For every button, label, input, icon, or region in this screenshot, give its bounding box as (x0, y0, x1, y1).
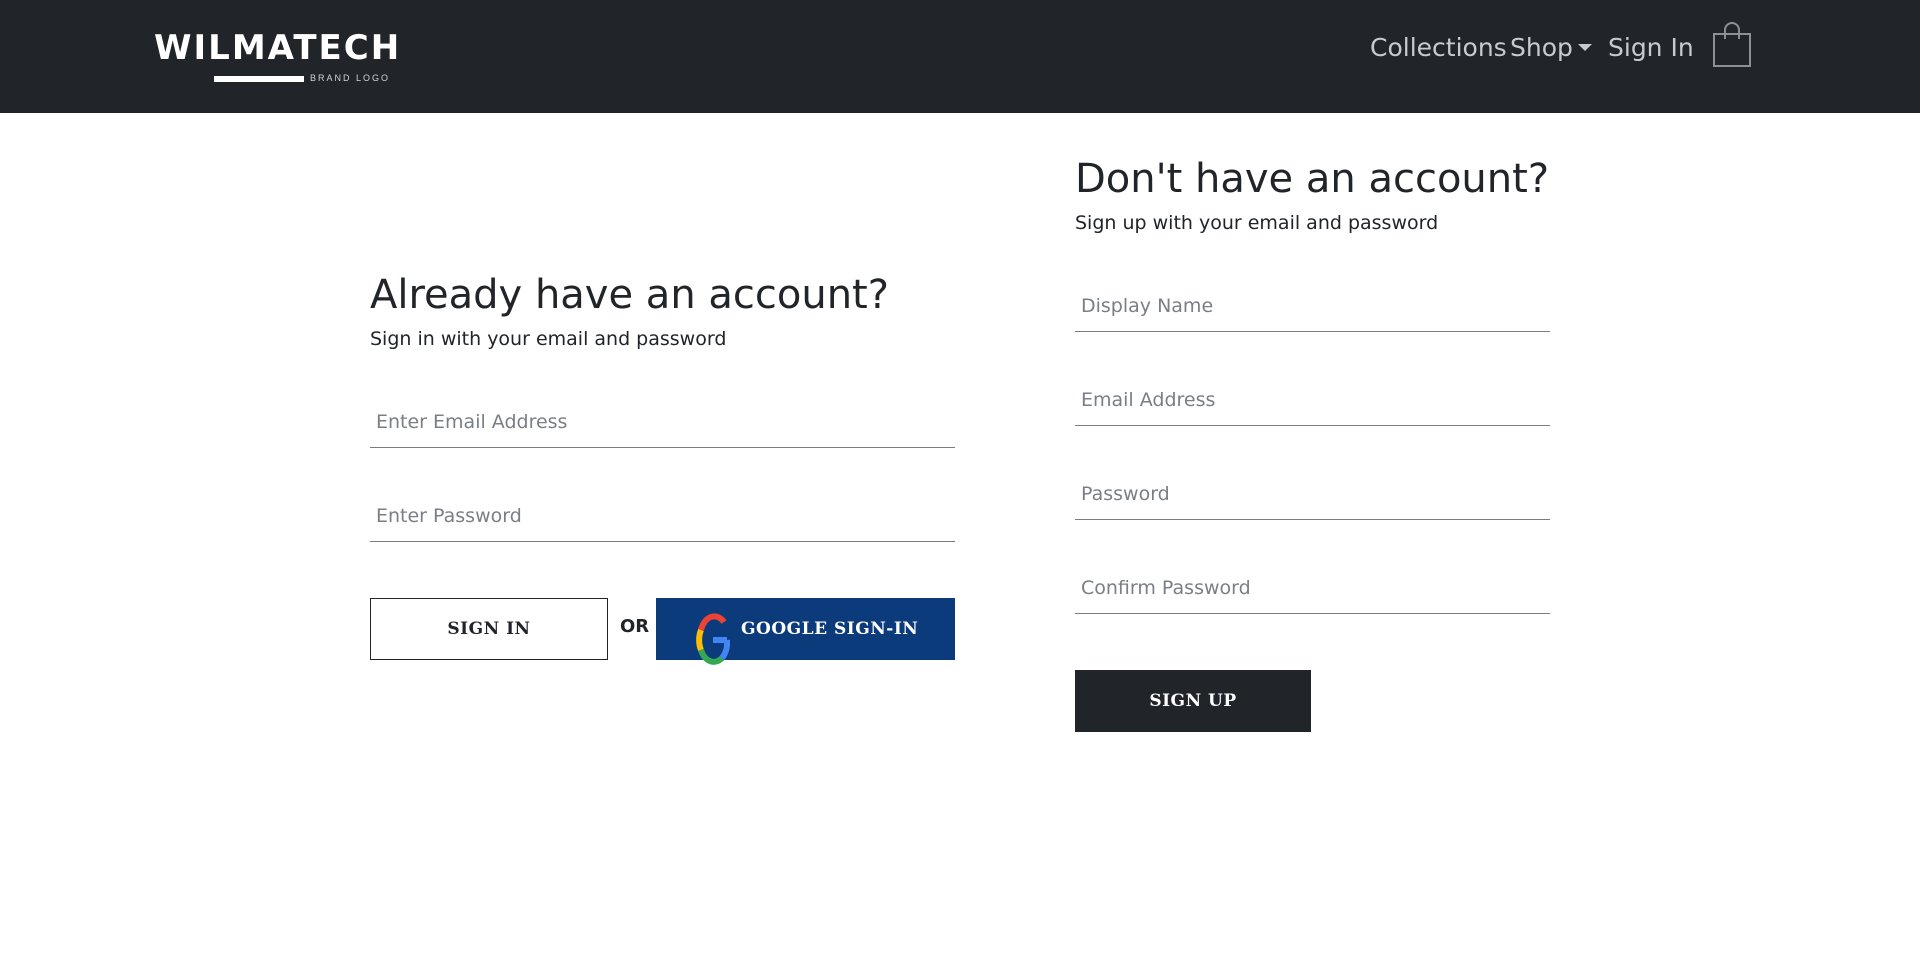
display-name-input[interactable] (1075, 282, 1550, 330)
confirm-password-input[interactable] (1075, 564, 1550, 612)
caret-down-icon (1577, 43, 1592, 51)
sign-in-title: Already have an account? (370, 272, 889, 318)
sign-up-section: Don't have an account? Sign up with your… (1075, 154, 1550, 732)
sign-in-password-input[interactable] (370, 492, 955, 540)
sign-up-password-field (1075, 470, 1550, 520)
sign-up-title: Don't have an account? (1075, 156, 1550, 202)
google-sign-in-label: GOOGLE SIGN-IN (741, 619, 919, 639)
sign-up-email-input[interactable] (1075, 376, 1550, 424)
sign-up-button[interactable]: SIGN UP (1075, 670, 1311, 732)
sign-in-button[interactable]: SIGN IN (370, 598, 608, 660)
confirm-password-field (1075, 564, 1550, 614)
sign-in-password-field (370, 492, 955, 542)
nav-links: Collections Shop Sign In (0, 0, 1920, 96)
sign-in-email-input[interactable] (370, 398, 955, 446)
navbar: WILMATECH BRAND LOGO Collections Shop Si… (0, 0, 1920, 113)
nav-shop-dropdown[interactable]: Shop (1510, 30, 1592, 66)
google-g-icon (696, 612, 731, 668)
google-sign-in-button[interactable]: GOOGLE SIGN-IN (656, 598, 955, 665)
or-separator: OR (620, 616, 650, 637)
sign-up-email-field (1075, 376, 1550, 426)
sign-in-email-field (370, 398, 955, 448)
sign-in-subtitle: Sign in with your email and password (370, 328, 727, 350)
display-name-field (1075, 282, 1550, 332)
sign-in-buttons: SIGN IN OR GOOGLE SIGN-IN (370, 598, 955, 665)
nav-shop-label: Shop (1510, 33, 1573, 62)
sign-in-section: Already have an account? Sign in with yo… (370, 270, 955, 665)
nav-sign-in-link[interactable]: Sign In (1608, 30, 1694, 66)
nav-collections-link[interactable]: Collections (1370, 30, 1507, 66)
shopping-bag-icon[interactable] (1712, 22, 1752, 68)
sign-up-password-input[interactable] (1075, 470, 1550, 518)
sign-up-subtitle: Sign up with your email and password (1075, 212, 1439, 234)
